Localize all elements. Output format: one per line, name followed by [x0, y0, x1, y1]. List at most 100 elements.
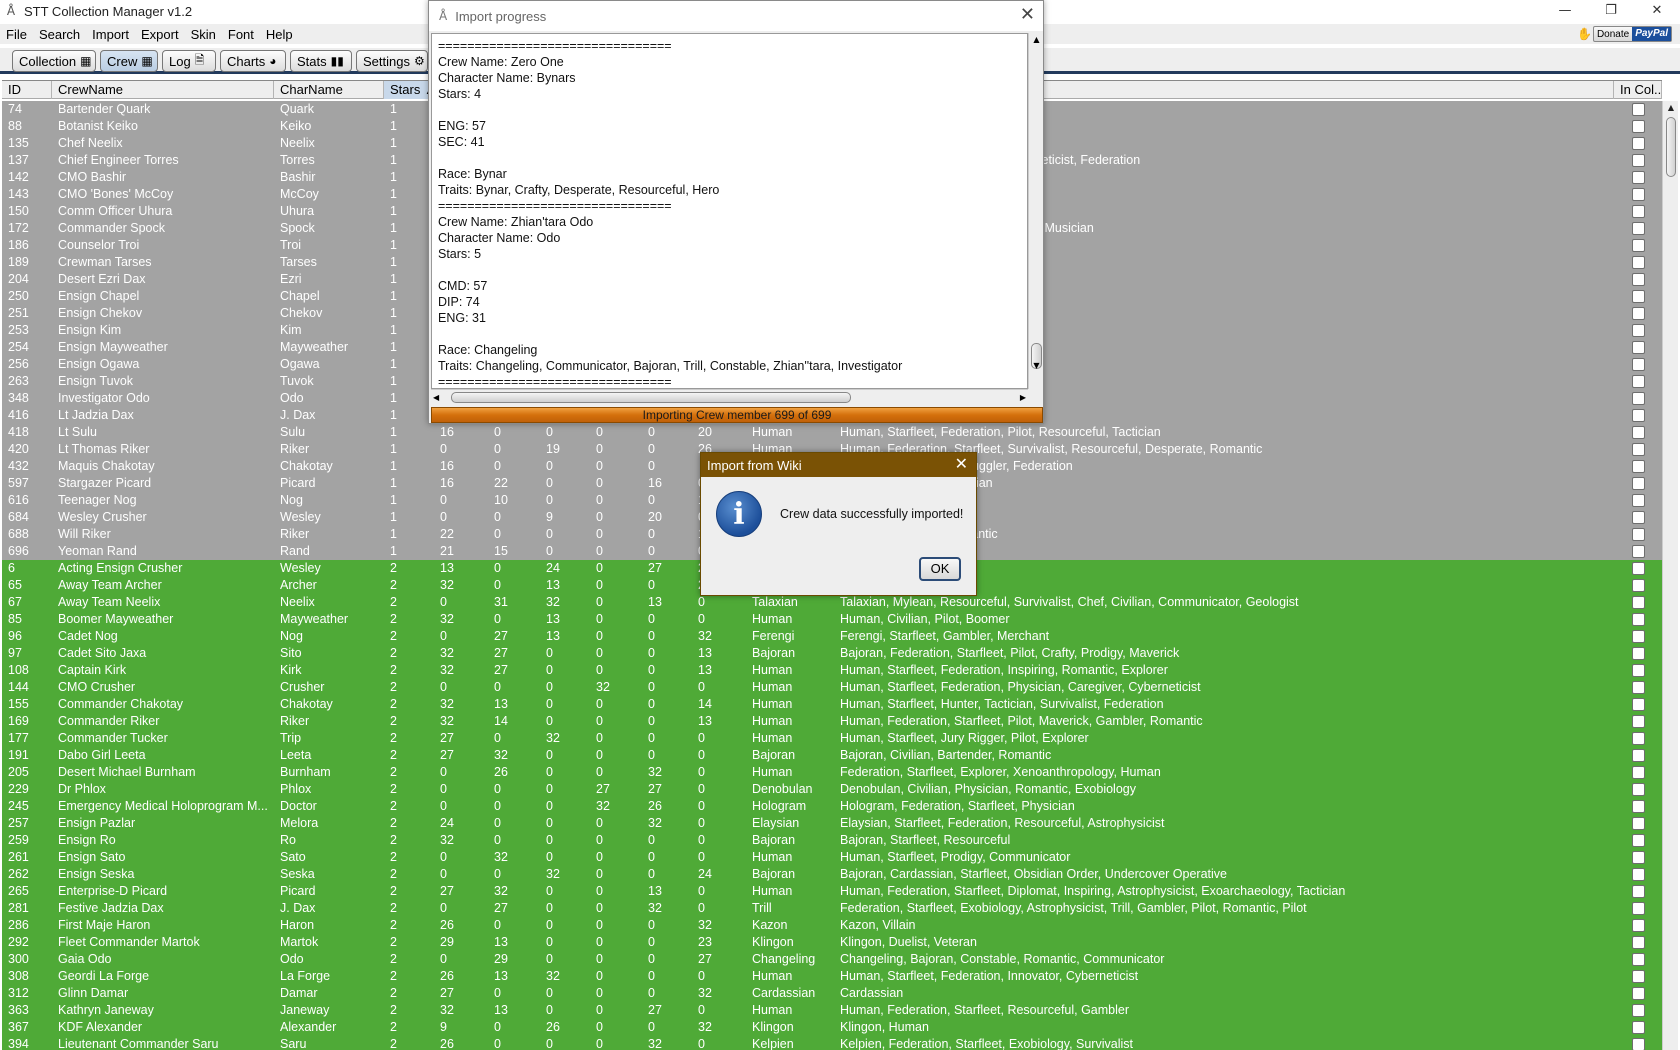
table-row[interactable]: 265 Enterprise-D Picard Picard 2 27 32 0 0 13 0 Hu… — [2, 883, 1662, 900]
close-icon[interactable]: ✕ — [1020, 5, 1035, 25]
close-icon[interactable]: ✕ — [955, 454, 968, 474]
table-row[interactable]: 96 Cadet Nog Nog 2 0 27 13 0 0 32 Ferengi Ferengi, … — [2, 628, 1662, 645]
in-collection-checkbox[interactable] — [1632, 154, 1645, 167]
in-collection-checkbox[interactable] — [1632, 749, 1645, 762]
in-collection-checkbox[interactable] — [1632, 919, 1645, 932]
in-collection-checkbox[interactable] — [1632, 103, 1645, 116]
in-collection-checkbox[interactable] — [1632, 902, 1645, 915]
in-collection-checkbox[interactable] — [1632, 987, 1645, 1000]
table-row[interactable]: 229 Dr Phlox Phlox 2 0 0 0 27 27 0 Denobulan Denobu… — [2, 781, 1662, 798]
menu-export[interactable]: Export — [135, 27, 185, 42]
menu-skin[interactable]: Skin — [185, 27, 222, 42]
scroll-thumb[interactable] — [1666, 117, 1676, 177]
in-collection-checkbox[interactable] — [1632, 392, 1645, 405]
in-collection-checkbox[interactable] — [1632, 647, 1645, 660]
scroll-left-icon[interactable]: ◀ — [433, 390, 439, 405]
table-row[interactable]: 191 Dabo Girl Leeta Leeta 2 27 32 0 0 0 0 Bajoran B… — [2, 747, 1662, 764]
in-collection-checkbox[interactable] — [1632, 1038, 1645, 1050]
in-collection-checkbox[interactable] — [1632, 970, 1645, 983]
menu-file[interactable]: File — [0, 27, 33, 42]
table-vertical-scrollbar[interactable]: ▲ — [1662, 101, 1678, 1050]
in-collection-checkbox[interactable] — [1632, 1021, 1645, 1034]
table-row[interactable]: 245 Emergency Medical Holoprogram M... Doc… — [2, 798, 1662, 815]
in-collection-checkbox[interactable] — [1632, 664, 1645, 677]
in-collection-checkbox[interactable] — [1632, 885, 1645, 898]
in-collection-checkbox[interactable] — [1632, 256, 1645, 269]
in-collection-checkbox[interactable] — [1632, 630, 1645, 643]
table-row[interactable]: 257 Ensign Pazlar Melora 2 24 0 0 0 32 0 Elaysian E… — [2, 815, 1662, 832]
table-row[interactable]: 286 First Maje Haron Haron 2 26 0 0 0 0 32 Kazon Ka… — [2, 917, 1662, 934]
close-button[interactable]: ✕ — [1634, 0, 1680, 22]
in-collection-checkbox[interactable] — [1632, 936, 1645, 949]
in-collection-checkbox[interactable] — [1632, 953, 1645, 966]
in-collection-checkbox[interactable] — [1632, 409, 1645, 422]
in-collection-checkbox[interactable] — [1632, 324, 1645, 337]
table-row[interactable]: 144 CMO Crusher Crusher 2 0 0 0 32 0 0 Human Human,… — [2, 679, 1662, 696]
in-collection-checkbox[interactable] — [1632, 443, 1645, 456]
in-collection-checkbox[interactable] — [1632, 800, 1645, 813]
in-collection-checkbox[interactable] — [1632, 239, 1645, 252]
in-collection-checkbox[interactable] — [1632, 834, 1645, 847]
table-row[interactable]: 169 Commander Riker Riker 2 32 14 0 0 0 13 Human Hu… — [2, 713, 1662, 730]
in-collection-checkbox[interactable] — [1632, 783, 1645, 796]
menu-import[interactable]: Import — [86, 27, 135, 42]
in-collection-checkbox[interactable] — [1632, 171, 1645, 184]
in-collection-checkbox[interactable] — [1632, 528, 1645, 541]
menu-font[interactable]: Font — [222, 27, 260, 42]
col-incollection-header[interactable]: In Col... — [1614, 81, 1662, 99]
table-row[interactable]: 108 Captain Kirk Kirk 2 32 27 0 0 0 13 Human Human,… — [2, 662, 1662, 679]
col-crewname-header[interactable]: CrewName — [52, 81, 274, 99]
col-charname-header[interactable]: CharName — [274, 81, 384, 99]
in-collection-checkbox[interactable] — [1632, 205, 1645, 218]
in-collection-checkbox[interactable] — [1632, 222, 1645, 235]
table-row[interactable]: 259 Ensign Ro Ro 2 32 0 0 0 0 0 Bajoran Bajoran, St… — [2, 832, 1662, 849]
table-row[interactable]: 67 Away Team Neelix Neelix 2 0 31 32 0 13 0 Talaxi… — [2, 594, 1662, 611]
table-row[interactable]: 261 Ensign Sato Sato 2 0 32 0 0 0 0 Human Human, St… — [2, 849, 1662, 866]
table-row[interactable]: 367 KDF Alexander Alexander 2 9 0 26 0 0 32 Klingo… — [2, 1019, 1662, 1036]
table-row[interactable]: 85 Boomer Mayweather Mayweather 2 32 0 13 0 0 0 Hu… — [2, 611, 1662, 628]
in-collection-checkbox[interactable] — [1632, 188, 1645, 201]
in-collection-checkbox[interactable] — [1632, 681, 1645, 694]
in-collection-checkbox[interactable] — [1632, 596, 1645, 609]
table-row[interactable]: 394 Lieutenant Commander Saru Saru 2 26 0 0 0 32… — [2, 1036, 1662, 1050]
table-row[interactable]: 262 Ensign Seska Seska 2 0 0 32 0 0 24 Bajoran Bajo… — [2, 866, 1662, 883]
in-collection-checkbox[interactable] — [1632, 426, 1645, 439]
in-collection-checkbox[interactable] — [1632, 545, 1645, 558]
table-row[interactable]: 292 Fleet Commander Martok Martok 2 29 13 0 0 0 2… — [2, 934, 1662, 951]
in-collection-checkbox[interactable] — [1632, 851, 1645, 864]
table-row[interactable]: 205 Desert Michael Burnham Burnham 2 0 26 0 0 32… — [2, 764, 1662, 781]
menu-search[interactable]: Search — [33, 27, 86, 42]
in-collection-checkbox[interactable] — [1632, 1004, 1645, 1017]
log-horizontal-scrollbar[interactable]: ◀ ▶ — [431, 389, 1028, 404]
restore-button[interactable]: ❐ — [1588, 0, 1634, 22]
table-row[interactable]: 308 Geordi La Forge La Forge 2 26 13 32 0 0 0 Huma… — [2, 968, 1662, 985]
col-stars-header[interactable]: Stars ▲ — [384, 81, 430, 99]
tab-stats[interactable]: Stats ▮▮ — [290, 50, 352, 72]
scroll-up-icon[interactable]: ▲ — [1663, 101, 1679, 115]
tab-crew[interactable]: Crew ▦ — [100, 50, 158, 72]
in-collection-checkbox[interactable] — [1632, 273, 1645, 286]
in-collection-checkbox[interactable] — [1632, 494, 1645, 507]
table-row[interactable]: 155 Commander Chakotay Chakotay 2 32 13 0 0 0 14 H… — [2, 696, 1662, 713]
in-collection-checkbox[interactable] — [1632, 341, 1645, 354]
in-collection-checkbox[interactable] — [1632, 290, 1645, 303]
log-vertical-scrollbar[interactable]: ▲ ▼ — [1028, 33, 1043, 389]
in-collection-checkbox[interactable] — [1632, 358, 1645, 371]
table-row[interactable]: 177 Commander Tucker Trip 2 27 0 32 0 0 0 Human Hum… — [2, 730, 1662, 747]
in-collection-checkbox[interactable] — [1632, 137, 1645, 150]
table-row[interactable]: 363 Kathryn Janeway Janeway 2 32 13 0 0 27 0 Human… — [2, 1002, 1662, 1019]
ok-button[interactable]: OK — [919, 557, 961, 581]
tab-log[interactable]: Log 🗎 — [162, 50, 216, 72]
import-log-textarea[interactable]: ================================ Crew Nam… — [431, 33, 1028, 389]
menu-help[interactable]: Help — [260, 27, 299, 42]
in-collection-checkbox[interactable] — [1632, 613, 1645, 626]
table-row[interactable]: 312 Glinn Damar Damar 2 27 0 0 0 0 32 Cardassian Ca… — [2, 985, 1662, 1002]
in-collection-checkbox[interactable] — [1632, 562, 1645, 575]
in-collection-checkbox[interactable] — [1632, 511, 1645, 524]
in-collection-checkbox[interactable] — [1632, 698, 1645, 711]
in-collection-checkbox[interactable] — [1632, 868, 1645, 881]
in-collection-checkbox[interactable] — [1632, 715, 1645, 728]
scroll-thumb[interactable] — [451, 392, 851, 403]
in-collection-checkbox[interactable] — [1632, 817, 1645, 830]
in-collection-checkbox[interactable] — [1632, 375, 1645, 388]
